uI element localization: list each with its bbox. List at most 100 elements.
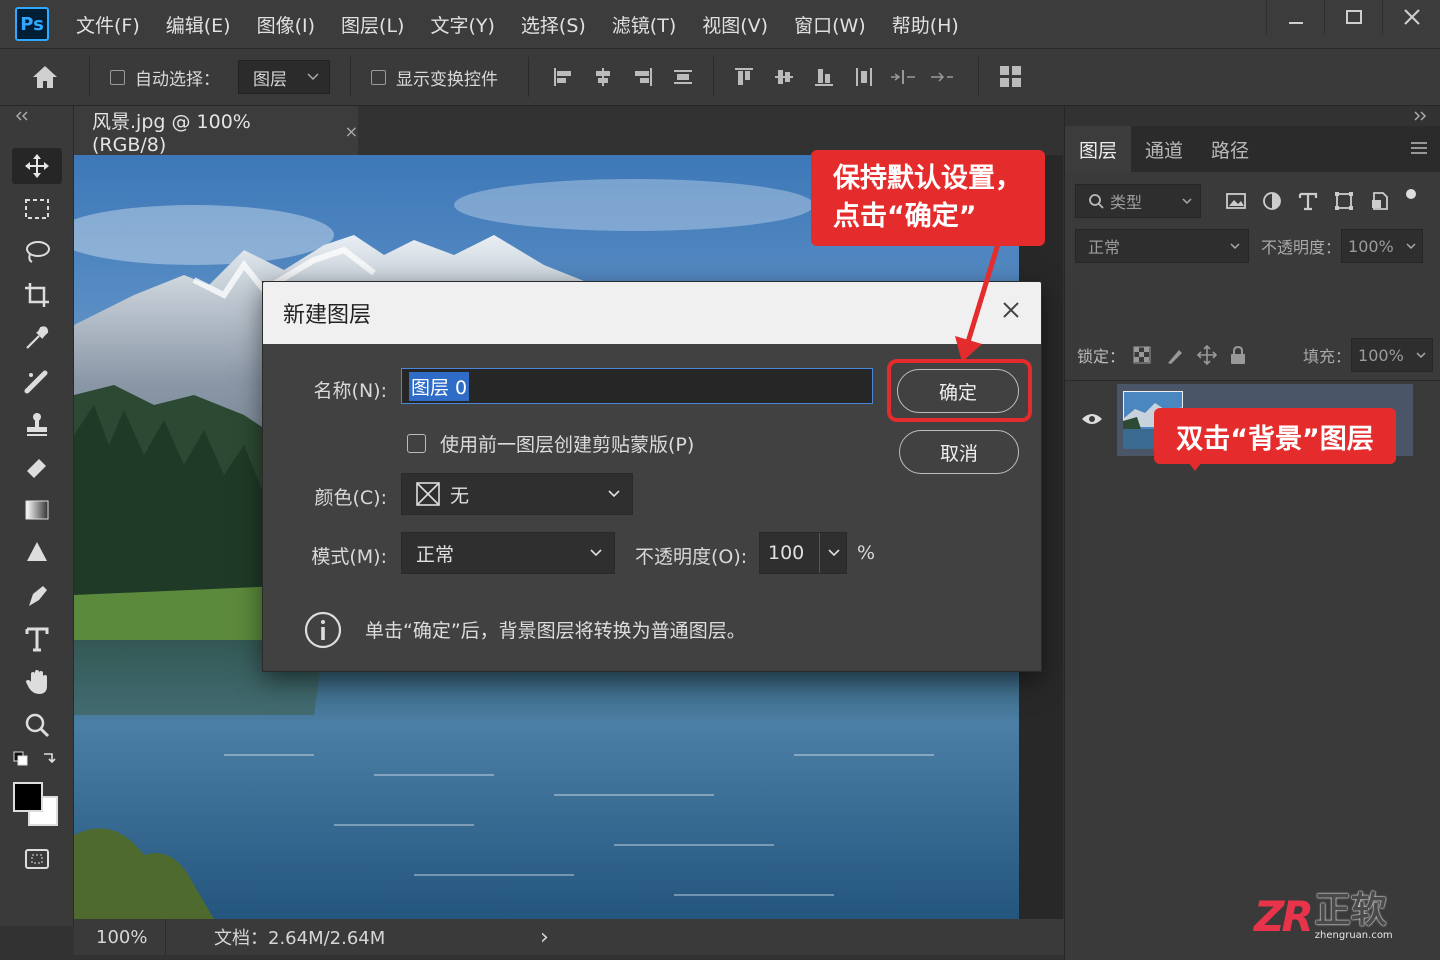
cancel-button[interactable]: 取消 [899, 430, 1019, 474]
lock-position-icon[interactable] [1197, 345, 1218, 365]
auto-select-checkbox[interactable]: 自动选择： [110, 65, 220, 90]
zoom-level[interactable]: 100% [74, 919, 166, 955]
visibility-eye-icon[interactable] [1081, 412, 1103, 426]
swap-colors[interactable] [12, 750, 62, 774]
quick-mask-icon [25, 849, 49, 869]
maximize-button[interactable] [1324, 0, 1382, 34]
dialog-opacity-value: 100 [768, 542, 805, 564]
watermark: ZR 正软 zhengruan.com [1254, 892, 1393, 942]
stamp-tool[interactable] [12, 406, 62, 442]
tab-channels[interactable]: 通道 [1131, 126, 1197, 172]
lock-all-icon[interactable] [1229, 345, 1247, 365]
healing-brush-tool[interactable] [12, 363, 62, 399]
opacity-field[interactable]: 100% [1341, 229, 1424, 263]
search-icon [1089, 194, 1104, 209]
minimize-button[interactable] [1266, 0, 1324, 34]
divider [1065, 380, 1440, 381]
menu-view[interactable]: 视图(V) [689, 11, 781, 38]
mode-dropdown[interactable]: 正常 [401, 532, 615, 574]
zoom-tool[interactable] [12, 707, 62, 743]
distribute-horizontal-icon[interactable] [844, 59, 884, 95]
align-vcenter-icon[interactable] [764, 59, 804, 95]
image-filter-icon[interactable] [1225, 191, 1247, 211]
lock-label: 锁定： [1077, 347, 1126, 366]
crop-tool[interactable] [12, 277, 62, 313]
sharpen-tool[interactable] [12, 535, 62, 571]
menu-type[interactable]: 文字(Y) [417, 11, 507, 38]
more-options-icon[interactable] [924, 59, 964, 95]
adjustment-filter-icon[interactable] [1261, 190, 1283, 212]
chevron-down-icon [1406, 242, 1416, 249]
close-window-button[interactable] [1382, 0, 1440, 34]
options-bar: 自动选择： 图层 显示变换控件 [0, 48, 1440, 106]
opacity-value: 100% [1348, 236, 1394, 256]
checkbox-box[interactable] [407, 434, 426, 453]
status-arrow-icon[interactable]: › [540, 925, 549, 950]
align-hcenter-icon[interactable] [583, 59, 623, 95]
expand-icon[interactable] [1412, 110, 1428, 122]
menu-image[interactable]: 图像(I) [244, 11, 328, 38]
annotation-line2: 点击“确定” [833, 201, 977, 232]
layers-panel-body: 类型 正常 不透明度： 100% 锁定： 填充： 100% [1065, 172, 1440, 960]
menu-help[interactable]: 帮助(H) [879, 11, 972, 38]
chevron-down-icon [1182, 197, 1192, 204]
color-dropdown[interactable]: 无 [401, 473, 633, 515]
panel-menu-icon[interactable] [1410, 141, 1428, 155]
tab-layers[interactable]: 图层 [1065, 126, 1132, 172]
lasso-icon [26, 241, 50, 263]
pen-tool[interactable] [12, 578, 62, 614]
type-filter-icon[interactable] [1297, 190, 1319, 212]
menu-window[interactable]: 窗口(W) [781, 11, 879, 38]
blend-row: 正常 不透明度： 100% [1065, 229, 1440, 263]
lock-pixels-icon[interactable] [1165, 345, 1185, 365]
fill-field[interactable]: 100% [1351, 338, 1434, 372]
checkbox-box[interactable] [110, 69, 125, 85]
marquee-tool[interactable] [12, 191, 62, 227]
clip-mask-checkbox[interactable]: 使用前一图层创建剪贴蒙版(P) [407, 430, 694, 457]
document-tab[interactable]: 风景.jpg @ 100% (RGB/8) × [74, 106, 358, 156]
no-color-icon [416, 482, 440, 506]
eyedropper-tool[interactable] [12, 320, 62, 356]
chevron-down-icon [608, 490, 620, 498]
eraser-tool[interactable] [12, 449, 62, 485]
distribute-icon[interactable] [663, 59, 703, 95]
hand-tool[interactable] [12, 664, 62, 700]
filter-toggle-icon[interactable] [1405, 188, 1417, 200]
smart-object-filter-icon[interactable] [1369, 190, 1391, 212]
close-tab-icon[interactable]: × [345, 122, 358, 141]
chevron-down-icon [307, 73, 319, 81]
menu-file[interactable]: 文件(F) [63, 11, 153, 38]
panel-tabs: 图层 通道 路径 [1065, 126, 1440, 172]
layer-name-value: 图层 0 [409, 371, 470, 401]
lock-transparent-icon[interactable] [1133, 346, 1151, 364]
tab-paths[interactable]: 路径 [1197, 126, 1263, 172]
collapse-icon[interactable] [14, 110, 30, 122]
layer-name-input[interactable]: 图层 0 [401, 368, 873, 404]
shape-filter-icon[interactable] [1333, 190, 1355, 212]
align-left-icon[interactable] [543, 59, 583, 95]
type-tool[interactable] [12, 621, 62, 657]
filter-dropdown[interactable]: 类型 [1075, 184, 1201, 218]
menu-layer[interactable]: 图层(L) [328, 11, 417, 38]
distribute-spacing-icon[interactable] [884, 59, 924, 95]
menu-filter[interactable]: 滤镜(T) [599, 11, 689, 38]
menu-edit[interactable]: 编辑(E) [153, 11, 244, 38]
quick-mask-tool[interactable] [12, 841, 62, 877]
gradient-tool[interactable] [12, 492, 62, 528]
menu-select[interactable]: 选择(S) [508, 11, 599, 38]
home-button[interactable] [0, 57, 90, 97]
annotation-line1: 保持默认设置， [833, 163, 1022, 194]
blend-mode-dropdown[interactable]: 正常 [1075, 229, 1249, 263]
default-colors-icon [13, 751, 56, 766]
move-tool[interactable] [12, 148, 62, 184]
lasso-tool[interactable] [12, 234, 62, 270]
auto-select-dropdown[interactable]: 图层 [238, 60, 330, 94]
align-right-icon[interactable] [623, 59, 663, 95]
checkbox-box[interactable] [371, 69, 386, 85]
align-bottom-icon[interactable] [804, 59, 844, 95]
foreground-color[interactable] [13, 782, 43, 812]
dialog-opacity-field[interactable]: 100 [759, 532, 847, 574]
show-transform-checkbox[interactable]: 显示变换控件 [371, 65, 498, 90]
3d-mode-icon[interactable] [991, 59, 1031, 95]
align-top-icon[interactable] [724, 59, 764, 95]
